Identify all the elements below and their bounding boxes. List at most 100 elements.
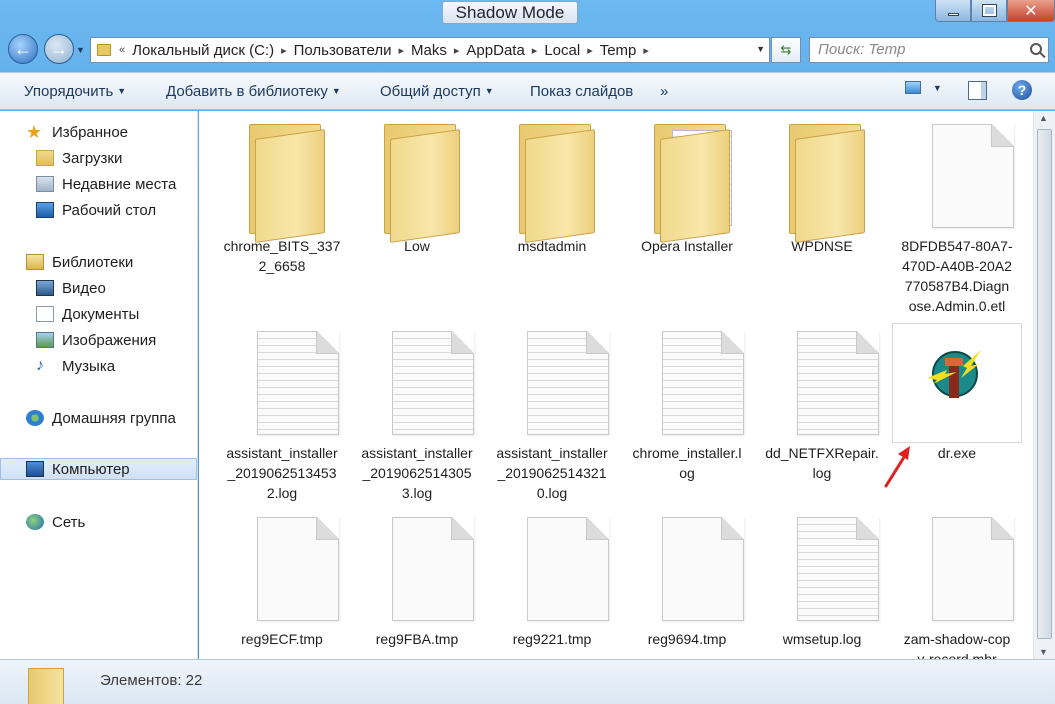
file-item[interactable]: chrome_BITS_337 2_6658 xyxy=(217,116,347,276)
file-view: chrome_BITS_337 2_6658 Low msdtadmin Opera … xyxy=(199,111,1033,659)
slideshow-button[interactable]: Показ слайдов xyxy=(530,83,633,100)
vertical-scrollbar[interactable]: ▲ ▼ xyxy=(1033,111,1055,659)
breadcrumb-separator-icon[interactable]: ▸ xyxy=(281,44,287,57)
nav-computer[interactable]: Компьютер xyxy=(0,458,197,480)
nav-downloads[interactable]: Загрузки xyxy=(0,147,197,169)
file-item[interactable]: reg9FBA.tmp xyxy=(352,509,482,649)
file-item[interactable]: wmsetup.log xyxy=(757,509,887,649)
network-icon xyxy=(26,514,44,530)
back-button[interactable]: ← xyxy=(8,34,38,64)
file-name: dd_NETFXRepair. log xyxy=(765,445,879,481)
add-to-library-button[interactable]: Добавить в библиотеку ▼ xyxy=(166,83,341,100)
nav-images[interactable]: Изображения xyxy=(0,329,197,351)
breadcrumb-item[interactable]: Пользователи xyxy=(294,42,392,59)
breadcrumb-overflow[interactable]: « xyxy=(119,44,125,56)
breadcrumb-separator-icon[interactable]: ▸ xyxy=(454,44,460,57)
file-item[interactable]: Opera Installer xyxy=(622,116,752,256)
nav-recent[interactable]: Недавние места xyxy=(0,173,197,195)
nav-video[interactable]: Видео xyxy=(0,277,197,299)
breadcrumb-item[interactable]: AppData xyxy=(466,42,524,59)
breadcrumb-separator-icon[interactable]: ▸ xyxy=(587,44,593,57)
file-name: assistant_installer _2019062513453 2.log xyxy=(226,445,338,501)
file-name: 8DFDB547-80A7- 470D-A40B-20A2 770587B4.D… xyxy=(901,238,1013,314)
folder-icon xyxy=(97,44,111,56)
nav-label: Видео xyxy=(62,279,106,297)
address-dropdown-icon[interactable]: ▼ xyxy=(756,44,765,54)
address-bar[interactable]: « Локальный диск (C:) ▸ Пользователи ▸ Maks ▸… xyxy=(90,37,770,63)
search-icon xyxy=(1030,43,1042,55)
nav-network[interactable]: Сеть xyxy=(0,511,197,533)
preview-pane-icon xyxy=(968,81,987,100)
file-item[interactable]: zam-shadow-cop y-record.mbr xyxy=(892,509,1022,659)
file-item[interactable]: reg9221.tmp xyxy=(487,509,617,649)
file-item[interactable]: msdtadmin xyxy=(487,116,617,256)
change-view-button[interactable]: ▼ xyxy=(905,81,942,97)
forward-button[interactable]: → xyxy=(44,34,74,64)
search-input[interactable]: Поиск: Temp xyxy=(809,37,1049,63)
breadcrumb-item[interactable]: Temp xyxy=(600,42,637,59)
status-bar: Элементов: 22 xyxy=(0,659,1055,704)
nav-music[interactable]: ♪ Музыка xyxy=(0,355,197,377)
breadcrumb-item[interactable]: Maks xyxy=(411,42,447,59)
folder-icon xyxy=(28,668,64,704)
file-item[interactable]: chrome_installer.l og xyxy=(622,323,752,483)
file-name: reg9694.tmp xyxy=(647,631,727,647)
scrollbar-thumb[interactable] xyxy=(1037,129,1052,639)
breadcrumb-item[interactable]: Local xyxy=(544,42,580,59)
file-item[interactable]: 8DFDB547-80A7- 470D-A40B-20A2 770587B4.D… xyxy=(892,116,1022,316)
folder-icon xyxy=(757,116,887,243)
file-item[interactable]: reg9694.tmp xyxy=(622,509,752,649)
close-icon: ✕ xyxy=(1024,2,1038,20)
back-arrow-icon: ← xyxy=(14,38,32,59)
scroll-down-icon[interactable]: ▼ xyxy=(1039,647,1048,657)
breadcrumb-item[interactable]: Локальный диск (C:) xyxy=(132,42,274,59)
file-name: assistant_installer _2019062514305 3.log xyxy=(361,445,473,501)
file-item[interactable]: assistant_installer _2019062513453 2.log xyxy=(217,323,347,503)
file-name: reg9221.tmp xyxy=(512,631,592,647)
documents-icon xyxy=(36,306,54,322)
nav-desktop[interactable]: Рабочий стол xyxy=(0,199,197,221)
file-item[interactable]: dd_NETFXRepair. log xyxy=(757,323,887,483)
nav-libraries[interactable]: Библиотеки xyxy=(0,251,197,273)
desktop-icon xyxy=(36,202,54,218)
help-button[interactable]: ? xyxy=(1012,80,1032,100)
preview-pane-button[interactable] xyxy=(968,81,987,100)
file-icon xyxy=(622,509,752,629)
add-library-label: Добавить в библиотеку xyxy=(166,83,328,100)
file-item[interactable]: assistant_installer _2019062514305 3.log xyxy=(352,323,482,503)
slideshow-label: Показ слайдов xyxy=(530,83,634,100)
help-icon: ? xyxy=(1012,80,1032,100)
text-file-icon xyxy=(622,323,752,443)
file-item[interactable]: Low xyxy=(352,116,482,256)
organize-button[interactable]: Упорядочить ▼ xyxy=(24,83,126,100)
breadcrumb-separator-icon[interactable]: ▸ xyxy=(399,44,405,57)
window-controls: ✕ xyxy=(935,0,1055,24)
refresh-button[interactable]: ⇆ xyxy=(771,37,801,63)
organize-label: Упорядочить xyxy=(24,83,114,100)
nav-label: Компьютер xyxy=(52,460,130,478)
scroll-up-icon[interactable]: ▲ xyxy=(1039,113,1048,123)
close-button[interactable]: ✕ xyxy=(1007,0,1055,22)
file-item[interactable]: WPDNSE xyxy=(757,116,887,256)
breadcrumb-separator-icon[interactable]: ▸ xyxy=(532,44,538,57)
file-name: assistant_installer _2019062514321 0.log xyxy=(496,445,608,501)
recent-pages-dropdown[interactable]: ▼ xyxy=(76,45,85,55)
more-commands-button[interactable]: » xyxy=(660,83,668,100)
music-icon: ♪ xyxy=(36,357,44,374)
minimize-button[interactable] xyxy=(935,0,971,22)
text-file-icon xyxy=(487,323,617,443)
nav-documents[interactable]: Документы xyxy=(0,303,197,325)
recent-places-icon xyxy=(36,176,54,192)
file-item[interactable]: assistant_installer _2019062514321 0.log xyxy=(487,323,617,503)
nav-label: Рабочий стол xyxy=(62,201,157,219)
nav-favorites[interactable]: ★ Избранное xyxy=(0,121,197,143)
file-icon xyxy=(892,116,1022,236)
nav-homegroup[interactable]: Домашняя группа xyxy=(0,407,197,429)
downloads-icon xyxy=(36,150,54,166)
computer-icon xyxy=(26,461,44,477)
file-item[interactable]: reg9ECF.tmp xyxy=(217,509,347,649)
share-button[interactable]: Общий доступ ▼ xyxy=(380,83,494,100)
maximize-button[interactable] xyxy=(971,0,1007,22)
file-icon xyxy=(352,509,482,629)
breadcrumb-separator-icon[interactable]: ▸ xyxy=(643,44,649,57)
